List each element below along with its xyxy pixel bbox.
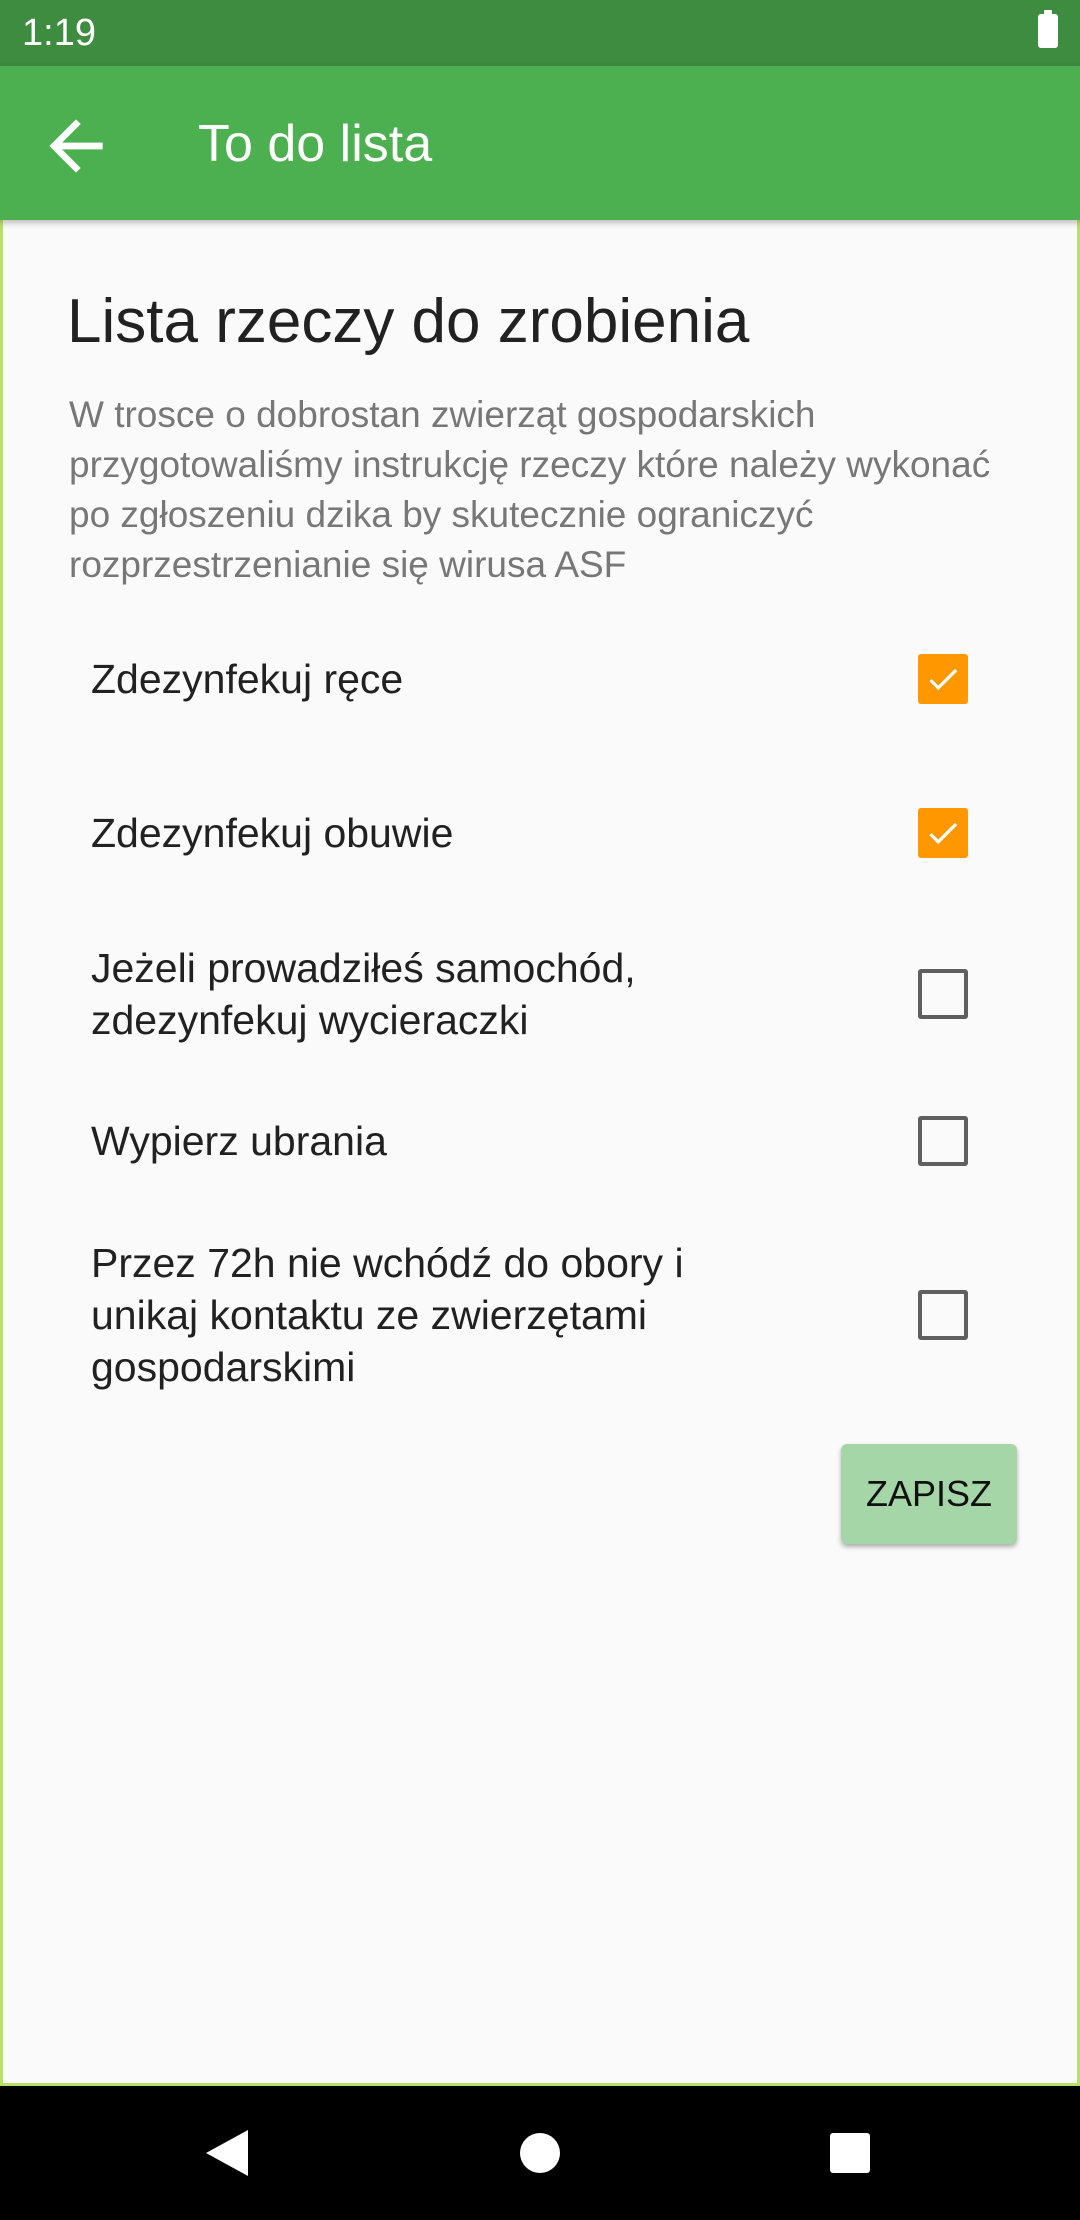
status-bar: 1:19	[0, 0, 1080, 66]
task-label: Zdezynfekuj obuwie	[91, 810, 454, 856]
page-heading: Lista rzeczy do zrobienia	[67, 287, 750, 356]
status-time: 1:19	[22, 12, 96, 54]
nav-recents-button[interactable]	[805, 2108, 895, 2198]
task-label: Wypierz ubrania	[91, 1118, 387, 1164]
check-icon	[929, 822, 958, 845]
app-bar: To do lista	[0, 66, 1080, 220]
nav-home-button[interactable]	[495, 2108, 585, 2198]
task-label: Zdezynfekuj ręce	[91, 656, 404, 702]
task-label: Jeżeli prowadziłeś samochód, zdezynfekuj…	[91, 945, 636, 1043]
page-description: W trosce o dobrostan zwierząt gospodarsk…	[69, 394, 991, 585]
back-button[interactable]	[36, 106, 116, 186]
task-checkbox[interactable]	[918, 1290, 968, 1340]
task-item[interactable]: Zdezynfekuj ręce	[91, 653, 971, 705]
nav-back-button[interactable]	[182, 2108, 272, 2198]
navigation-bar	[0, 2086, 1080, 2220]
save-button[interactable]: ZAPISZ	[841, 1444, 1017, 1544]
arrow-back-icon	[49, 119, 103, 173]
task-label: Przez 72h nie wchódź do obory i unikaj k…	[91, 1240, 684, 1390]
task-item[interactable]: Zdezynfekuj obuwie	[91, 807, 971, 859]
task-checkbox[interactable]	[918, 969, 968, 1019]
check-icon	[929, 668, 958, 691]
task-item[interactable]: Wypierz ubrania	[91, 1115, 971, 1167]
task-checkbox[interactable]	[918, 808, 968, 858]
main-content: Lista rzeczy do zrobienia W trosce o dob…	[0, 220, 1080, 2086]
task-item[interactable]: Jeżeli prowadziłeś samochód, zdezynfekuj…	[91, 942, 971, 1046]
task-item[interactable]: Przez 72h nie wchódź do obory i unikaj k…	[91, 1237, 971, 1393]
app-title: To do lista	[198, 115, 433, 173]
task-checkbox[interactable]	[918, 654, 968, 704]
nav-home-icon	[520, 2133, 560, 2173]
battery-full-icon	[1038, 10, 1058, 48]
task-checkbox[interactable]	[918, 1116, 968, 1166]
nav-recents-icon	[830, 2133, 870, 2173]
nav-back-icon	[206, 2130, 248, 2176]
